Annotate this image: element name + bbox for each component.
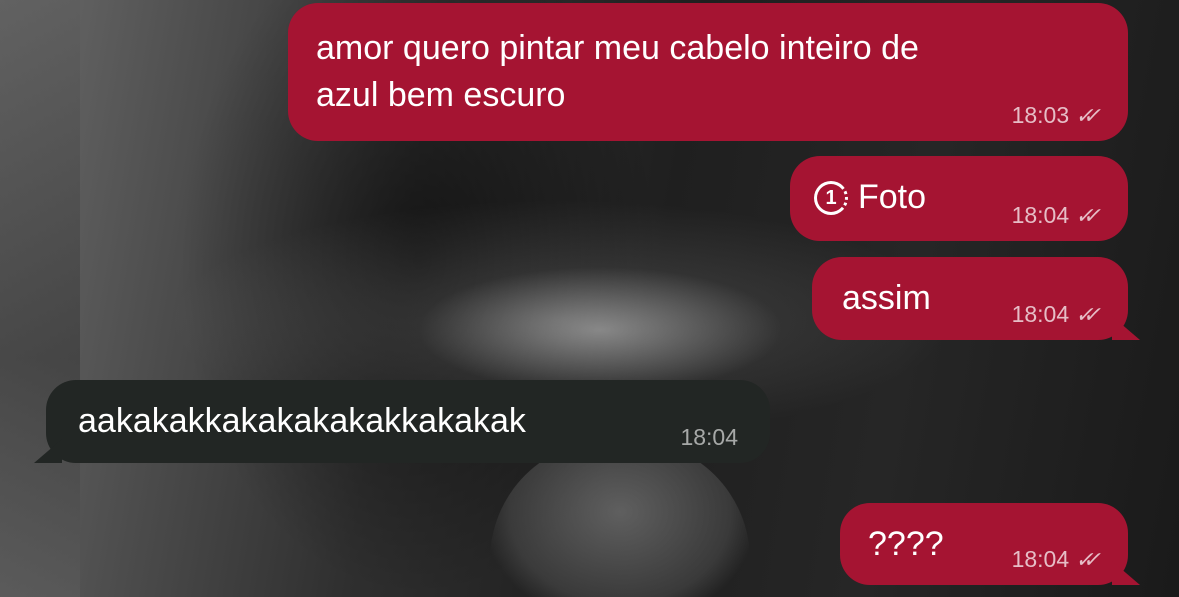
- message-meta: 18:03 ✓✓: [1011, 102, 1101, 128]
- message-bubble-outgoing[interactable]: amor quero pintar meu cabelo inteiro de …: [288, 3, 1128, 141]
- read-ticks-icon: ✓✓: [1075, 203, 1101, 228]
- message-meta: 18:04 ✓✓: [1011, 202, 1101, 228]
- read-ticks-icon: ✓✓: [1075, 103, 1101, 128]
- message-bubble-outgoing[interactable]: ???? 18:04 ✓✓: [840, 503, 1128, 585]
- read-ticks-icon: ✓✓: [1075, 547, 1101, 572]
- message-text: aakakakkakakakakakkakakak: [78, 402, 526, 440]
- message-meta: 18:04 ✓✓: [1011, 546, 1101, 572]
- message-meta: 18:04: [680, 426, 738, 449]
- message-bubble-outgoing[interactable]: assim 18:04 ✓✓: [812, 257, 1128, 340]
- message-time: 18:04: [1011, 301, 1070, 327]
- photo-label: Foto: [858, 178, 927, 216]
- message-bubble-incoming[interactable]: aakakakkakakakakakkakakak 18:04: [46, 380, 770, 463]
- view-once-icon: 1: [814, 180, 848, 215]
- message-time: 18:04: [1011, 546, 1070, 572]
- wallpaper-left-edge: [0, 0, 80, 597]
- message-time: 18:03: [1011, 102, 1070, 128]
- view-once-photo-bubble[interactable]: 1 Foto 18:04 ✓✓: [790, 156, 1128, 241]
- message-text-line: amor quero pintar meu cabelo inteiro de: [316, 29, 919, 67]
- message-text-line: azul bem escuro: [316, 76, 566, 114]
- message-meta: 18:04 ✓✓: [1011, 301, 1101, 327]
- message-time: 18:04: [680, 424, 738, 450]
- chat-background: amor quero pintar meu cabelo inteiro de …: [0, 0, 1179, 597]
- read-ticks-icon: ✓✓: [1075, 302, 1101, 327]
- message-time: 18:04: [1011, 202, 1070, 228]
- wallpaper-hand: [490, 440, 750, 597]
